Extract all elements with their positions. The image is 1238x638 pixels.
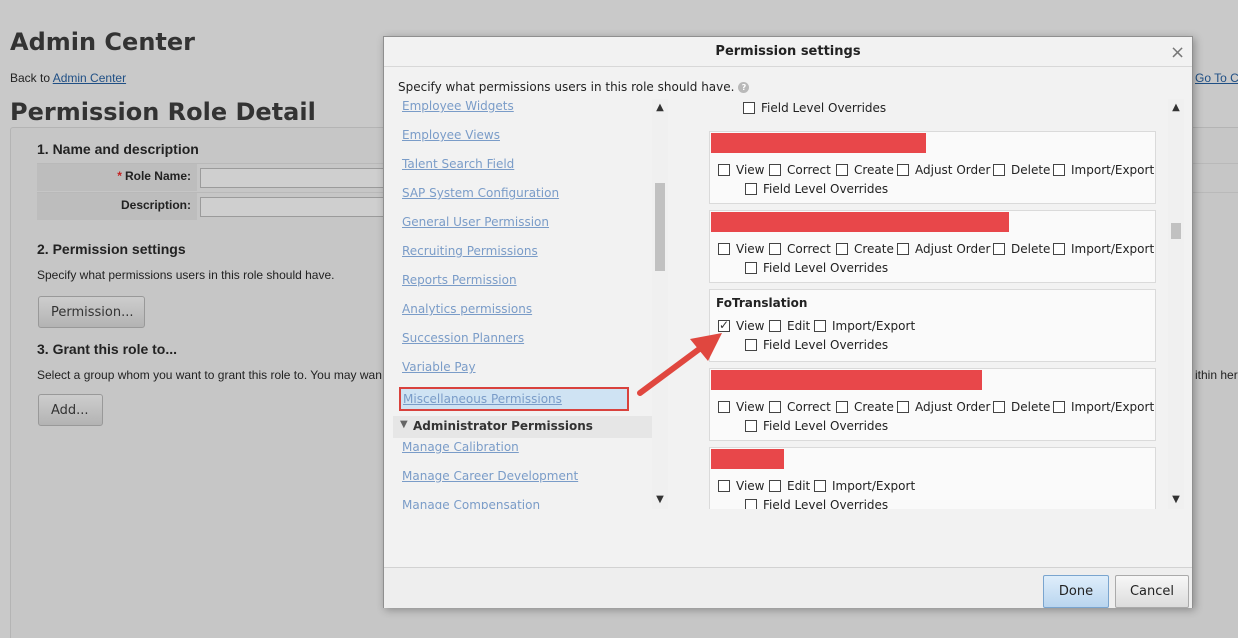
goto-link[interactable]: Go To C [1195, 71, 1238, 85]
option-field-level-overrides[interactable]: Field Level Overrides [745, 182, 888, 196]
close-icon[interactable]: × [1170, 44, 1185, 62]
option-import-export[interactable]: Import/Export [814, 319, 915, 333]
permission-category-list: Employee Widgets Employee Views Talent S… [393, 99, 671, 509]
section-permission-settings: 2. Permission settings [37, 241, 186, 257]
nav-manage-compensation[interactable]: Manage Compensation [402, 498, 540, 509]
add-button[interactable]: Add... [38, 394, 103, 426]
option-adjust-order[interactable]: Adjust Order [897, 242, 990, 256]
permission-button[interactable]: Permission... [38, 296, 145, 328]
options-scrollbar[interactable]: ▲ ▼ [1168, 99, 1184, 509]
option-create[interactable]: Create [836, 400, 894, 414]
redacted-title [711, 212, 1009, 232]
permission-box-4: View Correct Create Adjust Order Delete … [709, 368, 1156, 441]
permission-box-1: View Correct Create Adjust Order Delete … [709, 131, 1156, 204]
dialog-header: Permission settings × [384, 37, 1192, 67]
option-delete[interactable]: Delete [993, 400, 1050, 414]
nav-manage-career-development[interactable]: Manage Career Development [402, 469, 578, 483]
option-adjust-order[interactable]: Adjust Order [897, 400, 990, 414]
role-name-input[interactable] [200, 168, 385, 188]
option-edit[interactable]: Edit [769, 479, 810, 493]
nav-talent-search-field[interactable]: Talent Search Field [402, 157, 514, 171]
nav-miscellaneous-permissions[interactable]: Miscellaneous Permissions [399, 387, 629, 411]
section-grant-text-right: ithin her [1195, 368, 1238, 382]
option-import-export[interactable]: Import/Export [1053, 400, 1154, 414]
nav-variable-pay[interactable]: Variable Pay [402, 360, 476, 374]
option-import-export[interactable]: Import/Export [1053, 242, 1154, 256]
option-correct[interactable]: Correct [769, 400, 831, 414]
top-field-level-overrides[interactable]: Field Level Overrides [743, 101, 886, 115]
checkbox[interactable] [743, 102, 755, 114]
option-view[interactable]: View [718, 479, 764, 493]
scroll-thumb[interactable] [655, 183, 665, 271]
nav-analytics-permissions[interactable]: Analytics permissions [402, 302, 532, 316]
annotation-arrow-icon [637, 333, 722, 396]
option-edit[interactable]: Edit [769, 319, 810, 333]
section-name-description: 1. Name and description [37, 141, 199, 157]
back-link-line: Back to Admin Center [10, 71, 126, 85]
permission-box-5: View Edit Import/Export Field Level Over… [709, 447, 1156, 509]
role-name-label: * Role Name: [37, 164, 197, 191]
nav-reports-permission[interactable]: Reports Permission [402, 273, 517, 287]
option-create[interactable]: Create [836, 242, 894, 256]
option-correct[interactable]: Correct [769, 242, 831, 256]
section-permission-text: Specify what permissions users in this r… [37, 268, 335, 282]
category-scrollbar[interactable]: ▲ ▼ [652, 99, 668, 509]
redacted-title [711, 449, 784, 469]
done-button[interactable]: Done [1043, 575, 1109, 608]
section-grant-text: Select a group whom you want to grant th… [37, 368, 382, 382]
scroll-up-icon[interactable]: ▲ [1168, 101, 1184, 115]
description-label: Description: [37, 193, 197, 220]
option-delete[interactable]: Delete [993, 242, 1050, 256]
nav-general-user-permission[interactable]: General User Permission [402, 215, 549, 229]
option-view[interactable]: View [718, 400, 764, 414]
permission-options-pane: Field Level Overrides View Correct Creat… [699, 99, 1169, 509]
help-icon[interactable]: ? [738, 82, 750, 93]
option-correct[interactable]: Correct [769, 163, 831, 177]
admin-center-link[interactable]: Admin Center [53, 71, 126, 85]
nav-miscellaneous-label: Miscellaneous Permissions [403, 392, 562, 406]
fotranslation-title: FoTranslation [716, 296, 808, 310]
option-adjust-order[interactable]: Adjust Order [897, 163, 990, 177]
nav-group-administrator[interactable]: ▼ Administrator Permissions [393, 416, 653, 438]
chevron-down-icon: ▼ [400, 419, 408, 430]
admin-center-title: Admin Center [10, 28, 195, 56]
redacted-title [711, 370, 982, 390]
option-delete[interactable]: Delete [993, 163, 1050, 177]
option-field-level-overrides[interactable]: Field Level Overrides [745, 498, 888, 509]
option-field-level-overrides[interactable]: Field Level Overrides [745, 419, 888, 433]
description-input[interactable] [200, 197, 385, 217]
nav-group-label: Administrator Permissions [413, 419, 593, 433]
nav-manage-calibration[interactable]: Manage Calibration [402, 440, 519, 454]
permission-box-fotranslation: FoTranslation View Edit Import/Export Fi… [709, 289, 1156, 362]
nav-employee-widgets[interactable]: Employee Widgets [402, 99, 514, 113]
option-field-level-overrides[interactable]: Field Level Overrides [745, 261, 888, 275]
nav-employee-views[interactable]: Employee Views [402, 128, 500, 142]
back-prefix: Back to [10, 71, 53, 85]
redacted-title [711, 133, 926, 153]
dialog-title: Permission settings [715, 44, 861, 59]
section-grant-role: 3. Grant this role to... [37, 341, 178, 357]
nav-recruiting-permissions[interactable]: Recruiting Permissions [402, 244, 538, 258]
page-title: Permission Role Detail [10, 98, 316, 126]
scroll-down-icon[interactable]: ▼ [1168, 493, 1184, 507]
dialog-description: Specify what permissions users in this r… [398, 80, 750, 94]
option-view[interactable]: View [718, 242, 764, 256]
option-field-level-overrides[interactable]: Field Level Overrides [745, 338, 888, 352]
nav-succession-planners[interactable]: Succession Planners [402, 331, 524, 345]
permission-settings-dialog: Permission settings × Specify what permi… [383, 36, 1193, 608]
option-import-export[interactable]: Import/Export [1053, 163, 1154, 177]
scroll-thumb[interactable] [1171, 223, 1181, 239]
scroll-up-icon[interactable]: ▲ [652, 101, 668, 115]
dialog-footer: Done Cancel [384, 567, 1192, 608]
scroll-down-icon[interactable]: ▼ [652, 493, 668, 507]
nav-sap-system-configuration[interactable]: SAP System Configuration [402, 186, 559, 200]
cancel-button[interactable]: Cancel [1115, 575, 1189, 608]
permission-box-2: View Correct Create Adjust Order Delete … [709, 210, 1156, 283]
option-import-export[interactable]: Import/Export [814, 479, 915, 493]
option-create[interactable]: Create [836, 163, 894, 177]
required-mark: * [117, 169, 122, 183]
option-view[interactable]: View [718, 163, 764, 177]
